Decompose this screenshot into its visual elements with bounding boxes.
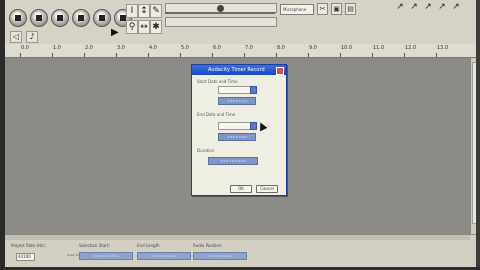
ruler-tick-label: 5.0 — [181, 45, 189, 51]
duration-field[interactable]: 0 0 0 0 0 0 0 0 0 — [208, 157, 258, 165]
selection-toolbar: Project Rate (Hz): 44100 Snap To Selecti… — [5, 234, 477, 268]
start-time-field[interactable]: 0 0 0 0 0 0 0 — [218, 97, 256, 105]
input-meter[interactable] — [165, 17, 277, 27]
ruler-tick-mark — [212, 53, 213, 57]
zoom-toggle-icon[interactable]: ↗ — [451, 2, 461, 12]
skip-start-button[interactable] — [72, 9, 90, 27]
snap-to-label: Snap To — [67, 253, 79, 257]
zoom-tool-icon[interactable]: ⚲ — [126, 20, 138, 34]
skip-end-icon — [99, 15, 105, 21]
audio-position-field[interactable]: 0 0 h 0 0 m 0 0 s — [193, 252, 247, 260]
ruler-tick-mark — [20, 53, 21, 57]
ruler-tick-label: 4.0 — [149, 45, 157, 51]
audacity-screen: I ↕ ✎ ⚲ ↔ ✱ Microphone ✂ ▣ ▤ ↗ ↗ ↗ ↗ ↗ ◁ — [0, 0, 480, 270]
selection-start-field[interactable]: 0 0 h 0 0 m 0 0 s — [79, 252, 133, 260]
zoom-out-icon[interactable]: ↗ — [409, 2, 419, 12]
project-rate-select[interactable]: 44100 — [16, 253, 35, 261]
end-time-field[interactable]: 0 0 0 0 0 0 0 — [218, 133, 256, 141]
ruler-tick-label: 11.0 — [373, 45, 385, 51]
zoom-buttons: ↗ ↗ ↗ ↗ ↗ — [395, 2, 461, 12]
start-date-dropdown-icon[interactable] — [250, 86, 257, 94]
multi-tool-icon[interactable]: ✱ — [150, 20, 162, 34]
photo-edge-right — [476, 0, 480, 270]
start-date-field[interactable] — [218, 86, 251, 94]
copy-button[interactable]: ▣ — [331, 3, 342, 15]
project-rate-label: Project Rate (Hz): — [11, 243, 46, 248]
zoom-in-icon[interactable]: ↗ — [395, 2, 405, 12]
toolbar: I ↕ ✎ ⚲ ↔ ✱ Microphone ✂ ▣ ▤ ↗ ↗ ↗ ↗ ↗ ◁ — [5, 0, 477, 50]
dialog-title: Audacity Timer Record — [192, 65, 286, 75]
cut-button[interactable]: ✂ — [317, 3, 328, 15]
play-at-speed-icon[interactable]: ▶ — [111, 28, 121, 38]
cancel-button[interactable]: Cancel — [256, 185, 278, 193]
audio-position-label: Audio Position: — [193, 243, 223, 248]
photo-edge-left — [0, 0, 5, 270]
end-group-label: End Date and Time — [197, 112, 236, 117]
ruler-tick-mark — [180, 53, 181, 57]
ok-button[interactable]: OK — [230, 185, 252, 193]
horizontal-scrollbar[interactable] — [5, 235, 470, 240]
ruler-tick-label: 10.0 — [341, 45, 353, 51]
end-date-field[interactable] — [218, 122, 251, 130]
ruler-tick-label: 9.0 — [309, 45, 317, 51]
ruler-tick-mark — [116, 53, 117, 57]
timeline-ruler[interactable]: 0.0 1.0 2.0 3.0 4.0 5.0 6.0 7.0 8.0 9.0 10.0 11.0 12… — [5, 44, 477, 58]
paste-button[interactable]: ▤ — [345, 3, 356, 15]
fit-project-icon[interactable]: ↗ — [437, 2, 447, 12]
fit-selection-icon[interactable]: ↗ — [423, 2, 433, 12]
ruler-tick-mark — [84, 53, 85, 57]
ruler-tick-mark — [372, 53, 373, 57]
ruler-tick-label: 0.0 — [21, 45, 29, 51]
tools-toolbar: I ↕ ✎ ⚲ ↔ ✱ — [126, 4, 162, 34]
ruler-tick-label: 1.0 — [53, 45, 61, 51]
envelope-tool-icon[interactable]: ↕ — [138, 4, 150, 18]
pause-icon — [15, 15, 21, 21]
ruler-tick-mark — [276, 53, 277, 57]
ruler-tick-mark — [340, 53, 341, 57]
play-icon — [36, 15, 42, 21]
timeshift-tool-icon[interactable]: ↔ — [138, 20, 150, 34]
skip-end-button[interactable] — [93, 9, 111, 27]
ruler-tick-mark — [244, 53, 245, 57]
ruler-tick-mark — [308, 53, 309, 57]
timer-record-dialog: Audacity Timer Record Start Date and Tim… — [191, 64, 287, 196]
input-device-value: Microphone — [283, 7, 307, 12]
speaker-icon[interactable]: ◁ — [10, 31, 22, 43]
duration-group-label: Duration — [197, 148, 215, 153]
play-button[interactable] — [30, 9, 48, 27]
close-icon[interactable] — [276, 67, 284, 75]
ruler-tick-mark — [404, 53, 405, 57]
selection-end-field[interactable]: 0 0 h 0 0 m 0 0 s — [137, 252, 191, 260]
microphone-icon[interactable]: ♪ — [26, 31, 38, 43]
end-length-label: End Length — [137, 243, 160, 248]
selection-start-label: Selection Start: — [79, 243, 110, 248]
ruler-tick-label: 13.0 — [437, 45, 449, 51]
ruler-tick-mark — [52, 53, 53, 57]
ruler-tick-label: 12.0 — [405, 45, 417, 51]
ruler-tick-label: 7.0 — [245, 45, 253, 51]
ruler-tick-mark — [148, 53, 149, 57]
ruler-tick-label: 6.0 — [213, 45, 221, 51]
skip-start-icon — [78, 15, 84, 21]
selection-tool-icon[interactable]: I — [126, 4, 138, 18]
edit-buttons: ✂ ▣ ▤ — [317, 3, 356, 15]
pause-button[interactable] — [9, 9, 27, 27]
start-group-label: Start Date and Time — [197, 79, 238, 84]
volume-slider[interactable] — [165, 12, 275, 14]
ruler-tick-label: 2.0 — [85, 45, 93, 51]
transport-controls — [9, 9, 132, 29]
stop-icon — [57, 15, 63, 21]
volume-slider-thumb[interactable] — [217, 5, 224, 12]
mixer-toolbar: ◁ ♪ — [10, 31, 38, 43]
input-device-select[interactable]: Microphone — [280, 4, 314, 15]
stop-button[interactable] — [51, 9, 69, 27]
ruler-tick-label: 8.0 — [277, 45, 285, 51]
ruler-tick-mark — [436, 53, 437, 57]
draw-tool-icon[interactable]: ✎ — [150, 4, 162, 18]
ruler-tick-label: 3.0 — [117, 45, 125, 51]
